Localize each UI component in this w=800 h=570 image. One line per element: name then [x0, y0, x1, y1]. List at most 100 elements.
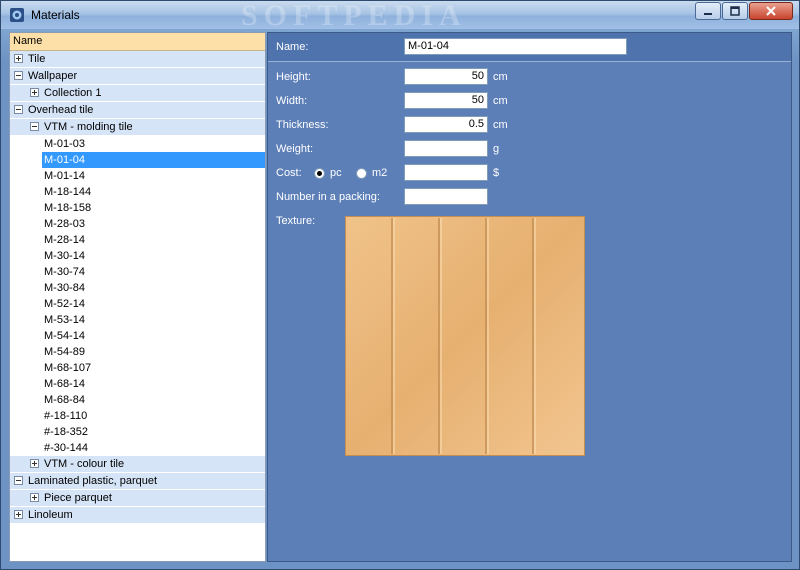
width-field[interactable]: 50	[404, 92, 488, 109]
tree-row-label: M-53-14	[44, 314, 85, 326]
cost-pc-label: pc	[330, 167, 342, 179]
app-icon	[10, 8, 24, 22]
tree-row-label: #-18-352	[44, 426, 89, 438]
cost-m2-radio[interactable]	[356, 168, 367, 179]
maximize-icon	[730, 6, 740, 16]
tree-item-m-68-14[interactable]: M-68-14	[10, 376, 265, 392]
tree-item-m-18-158[interactable]: M-18-158	[10, 200, 265, 216]
tree-row-label: Tile	[28, 53, 46, 65]
tree-item-m-52-14[interactable]: M-52-14	[10, 296, 265, 312]
weight-unit: g	[493, 143, 500, 155]
packing-field[interactable]	[404, 188, 488, 205]
tree-group-wallpaper[interactable]: Wallpaper	[10, 68, 265, 85]
minimize-icon	[704, 13, 712, 15]
tree-item-m-54-89[interactable]: M-54-89	[10, 344, 265, 360]
thickness-label: Thickness:	[276, 119, 329, 131]
tree-row-label: M-54-14	[44, 330, 85, 342]
tree-row-label: M-30-74	[44, 266, 85, 278]
tree-group-collection-1[interactable]: Collection 1	[10, 85, 265, 102]
caption-buttons	[694, 2, 793, 20]
tree-column-header-name[interactable]: Name	[10, 33, 265, 51]
texture-label: Texture:	[276, 215, 316, 227]
tree-row-label: #-30-144	[44, 442, 89, 454]
expand-icon[interactable]	[14, 510, 23, 519]
tree-group-piece-parquet[interactable]: Piece parquet	[10, 490, 265, 507]
tree-item-m-01-14[interactable]: M-01-14	[10, 168, 265, 184]
tree-row-label: Overhead tile	[28, 104, 94, 116]
tree-row-label: M-54-89	[44, 346, 85, 358]
texture-preview[interactable]	[345, 216, 585, 456]
minimize-button[interactable]	[695, 2, 721, 20]
thickness-field[interactable]: 0.5	[404, 116, 488, 133]
tree-row-label: Wallpaper	[28, 70, 78, 82]
tree-item-18-352[interactable]: #-18-352	[10, 424, 265, 440]
tree-row-label: M-30-14	[44, 250, 85, 262]
maximize-button[interactable]	[722, 2, 748, 20]
cost-pc-radio[interactable]	[314, 168, 325, 179]
tree-row-label: M-68-14	[44, 378, 85, 390]
tree-item-m-18-144[interactable]: M-18-144	[10, 184, 265, 200]
tree-group-overhead-tile[interactable]: Overhead tile	[10, 102, 265, 119]
tree-group-vtm-colour-tile[interactable]: VTM - colour tile	[10, 456, 265, 473]
expand-icon[interactable]	[14, 54, 23, 63]
tree-group-tile[interactable]: Tile	[10, 51, 265, 68]
tree-group-linoleum[interactable]: Linoleum	[10, 507, 265, 524]
materials-tree[interactable]: Name Tile Wallpaper Collection 1 Overhead t…	[9, 32, 266, 562]
tree-row-label: M-30-84	[44, 282, 85, 294]
height-label: Height:	[276, 71, 311, 83]
height-unit: cm	[493, 71, 508, 83]
tree-row-label: #-18-110	[44, 410, 88, 422]
tree-row-label: M-01-03	[44, 138, 85, 150]
expand-icon[interactable]	[30, 493, 39, 502]
tree-row-label: M-52-14	[44, 298, 85, 310]
tree-group-laminated-plastic-parquet[interactable]: Laminated plastic, parquet	[10, 473, 265, 490]
cost-label: Cost:	[276, 167, 302, 179]
collapse-icon[interactable]	[30, 122, 39, 131]
materials-window: Materials SOFTPEDIA Name Tile Wallpaper Co…	[0, 0, 800, 570]
thickness-unit: cm	[493, 119, 508, 131]
tree-row-label: M-68-84	[44, 394, 85, 406]
tree-item-m-28-14[interactable]: M-28-14	[10, 232, 265, 248]
tree-row-label: M-28-03	[44, 218, 85, 230]
tree-item-m-30-74[interactable]: M-30-74	[10, 264, 265, 280]
weight-label: Weight:	[276, 143, 314, 155]
tree-rows: Tile Wallpaper Collection 1 Overhead tile VT…	[10, 51, 265, 524]
width-label: Width:	[276, 95, 308, 107]
cost-field[interactable]	[404, 164, 488, 181]
weight-field[interactable]	[404, 140, 488, 157]
watermark: SOFTPEDIA	[241, 0, 467, 32]
window-title: Materials	[31, 8, 80, 22]
tree-item-m-28-03[interactable]: M-28-03	[10, 216, 265, 232]
tree-item-m-01-03[interactable]: M-01-03	[10, 136, 265, 152]
name-strip: Name: M-01-04	[268, 33, 791, 62]
collapse-icon[interactable]	[14, 476, 23, 485]
name-field[interactable]: M-01-04	[404, 38, 627, 55]
tree-item-m-54-14[interactable]: M-54-14	[10, 328, 265, 344]
tree-row-label: Laminated plastic, parquet	[28, 475, 158, 487]
tree-item-m-01-04[interactable]: M-01-04	[10, 152, 265, 168]
tree-item-18-110[interactable]: #-18-110	[10, 408, 265, 424]
name-label: Name:	[276, 41, 309, 53]
expand-icon[interactable]	[30, 459, 39, 468]
tree-item-m-53-14[interactable]: M-53-14	[10, 312, 265, 328]
tree-item-30-144[interactable]: #-30-144	[10, 440, 265, 456]
expand-icon[interactable]	[30, 88, 39, 97]
title-bar[interactable]: Materials SOFTPEDIA	[1, 0, 799, 32]
cost-m2-label: m2	[372, 167, 388, 179]
collapse-icon[interactable]	[14, 71, 23, 80]
tree-row-label: Linoleum	[28, 509, 73, 521]
tree-item-m-30-84[interactable]: M-30-84	[10, 280, 265, 296]
height-field[interactable]: 50	[404, 68, 488, 85]
close-button[interactable]	[749, 2, 793, 20]
cost-unit: $	[493, 167, 500, 179]
tree-item-m-68-84[interactable]: M-68-84	[10, 392, 265, 408]
tree-item-m-68-107[interactable]: M-68-107	[10, 360, 265, 376]
packing-label: Number in a packing:	[276, 191, 380, 203]
tree-row-label: Piece parquet	[44, 492, 112, 504]
tree-group-vtm-molding-tile[interactable]: VTM - molding tile	[10, 119, 265, 136]
tree-item-m-30-14[interactable]: M-30-14	[10, 248, 265, 264]
collapse-icon[interactable]	[14, 105, 23, 114]
tree-row-label: VTM - colour tile	[44, 458, 125, 470]
tree-row-label: M-01-14	[44, 170, 85, 182]
tree-row-label: M-68-107	[44, 362, 92, 374]
